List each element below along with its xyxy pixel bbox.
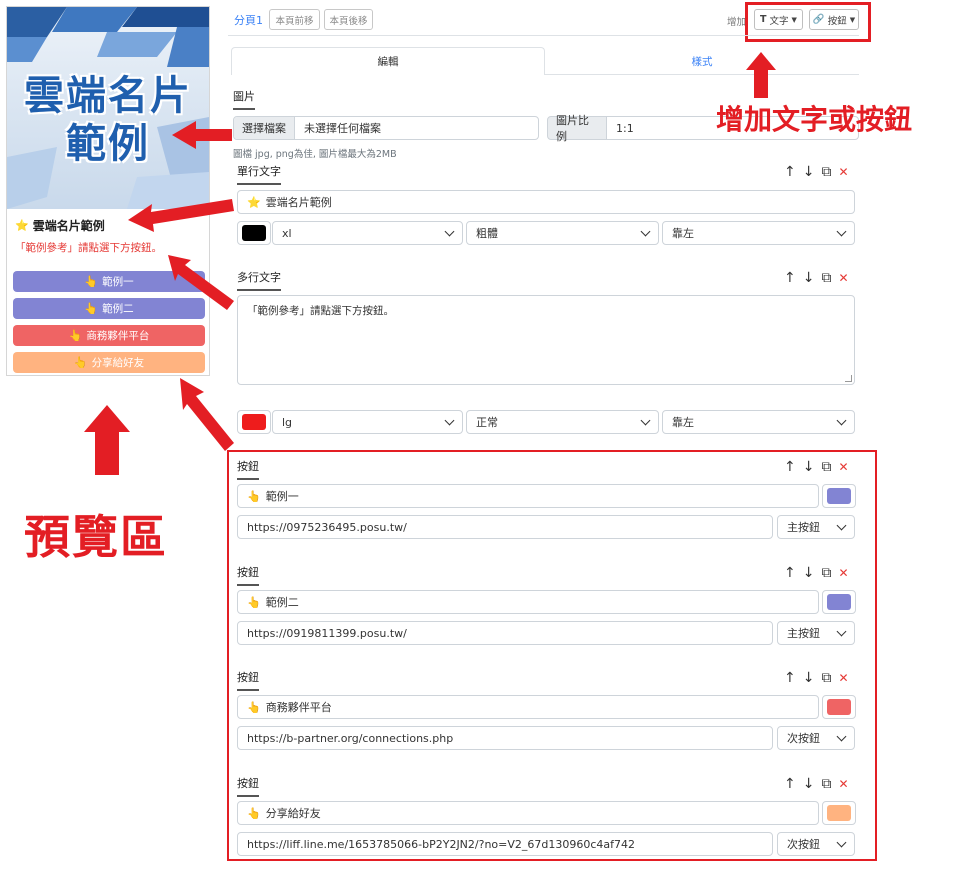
annotation-add-text-or-button: 增加文字或按鈕 — [716, 103, 913, 136]
annotation-preview-area: 預覽區 — [24, 510, 168, 564]
